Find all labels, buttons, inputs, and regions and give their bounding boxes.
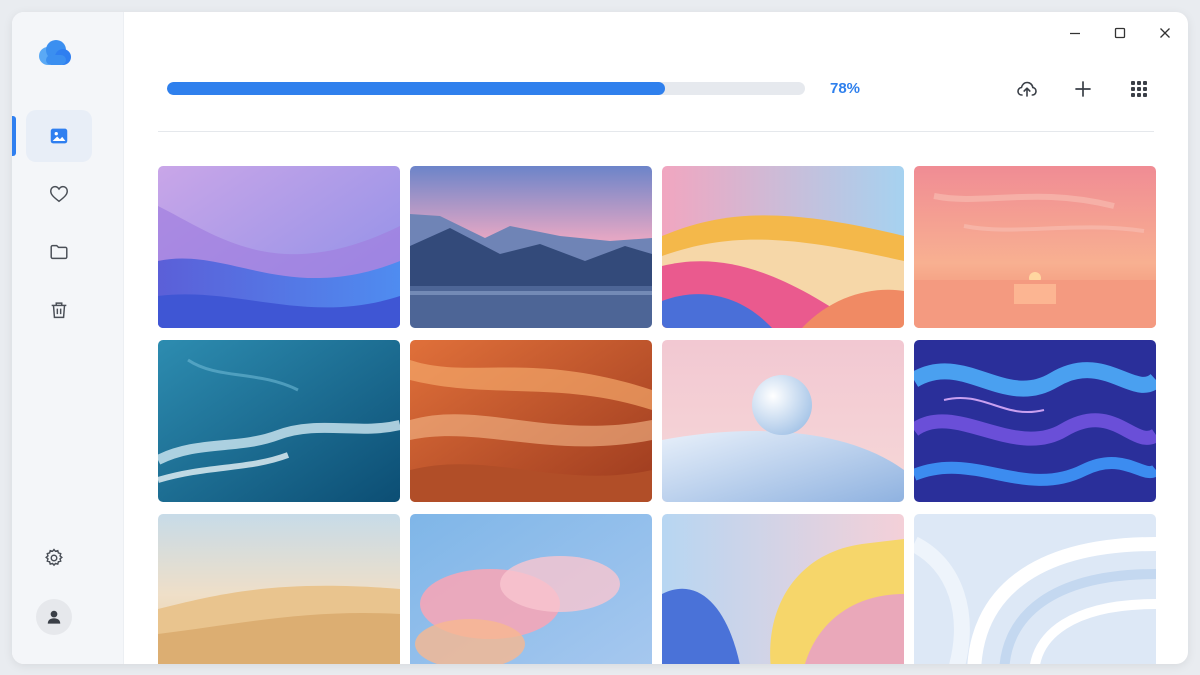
image-icon xyxy=(50,128,68,144)
close-button[interactable] xyxy=(1149,18,1181,48)
active-indicator xyxy=(12,116,16,156)
upload-progress-fill xyxy=(167,82,665,95)
photo-ocean-aerial[interactable] xyxy=(158,340,400,502)
heart-icon xyxy=(50,185,68,203)
photo-pink-clouds[interactable] xyxy=(410,514,652,664)
maximize-button[interactable] xyxy=(1104,18,1136,48)
photo-grid xyxy=(158,166,1156,664)
photo-sunset-sea[interactable] xyxy=(914,166,1156,328)
photo-pastel-sphere[interactable] xyxy=(662,340,904,502)
cloud-icon xyxy=(39,40,71,65)
maximize-icon xyxy=(1114,27,1126,39)
sidebar-item-photos[interactable] xyxy=(26,110,92,162)
photo-sandstone-canyon[interactable] xyxy=(410,340,652,502)
sidebar xyxy=(12,12,124,664)
upload-progress-label: 78% xyxy=(830,80,861,97)
photo-purple-waves[interactable] xyxy=(158,166,400,328)
plus-icon xyxy=(1075,81,1091,97)
photo-mountain-lake[interactable] xyxy=(410,166,652,328)
upload-button[interactable] xyxy=(1011,74,1043,104)
minimize-icon xyxy=(1070,32,1080,35)
folder-icon xyxy=(50,244,68,260)
gear-icon xyxy=(45,548,63,567)
photo-colorful-waves[interactable] xyxy=(662,166,904,328)
add-button[interactable] xyxy=(1067,74,1099,104)
photo-blue-swirl[interactable] xyxy=(914,340,1156,502)
sidebar-item-favorites[interactable] xyxy=(26,168,92,220)
upload-progress-bar xyxy=(167,82,805,95)
close-icon xyxy=(1160,28,1170,38)
toolbar-divider xyxy=(158,131,1154,132)
grid-icon xyxy=(1131,81,1147,97)
minimize-button[interactable] xyxy=(1059,18,1091,48)
photo-pastel-curves[interactable] xyxy=(662,514,904,664)
app-window: 78% xyxy=(12,12,1188,664)
trash-icon xyxy=(51,302,67,319)
cloud-upload-icon xyxy=(1017,81,1037,97)
user-avatar[interactable] xyxy=(36,599,72,635)
sidebar-item-trash[interactable] xyxy=(26,284,92,336)
view-grid-button[interactable] xyxy=(1123,74,1155,104)
photo-desert-dunes[interactable] xyxy=(158,514,400,664)
settings-button[interactable] xyxy=(42,546,66,570)
photo-white-spiral[interactable] xyxy=(914,514,1156,664)
sidebar-item-folders[interactable] xyxy=(26,226,92,278)
user-icon xyxy=(47,610,61,624)
